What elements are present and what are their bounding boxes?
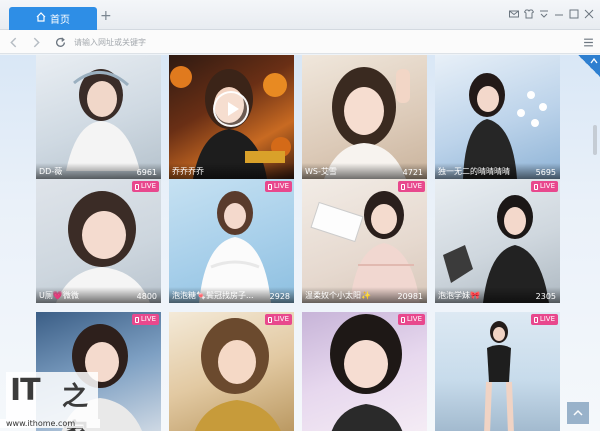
viewer-count: 4721 xyxy=(402,168,423,177)
stream-thumbnail xyxy=(302,179,427,303)
close-icon[interactable] xyxy=(583,8,595,20)
hamburger-menu-icon[interactable] xyxy=(581,35,595,49)
live-badge: LIVE xyxy=(397,314,425,325)
stream-card[interactable]: LIVE U厕💗微微 4800 xyxy=(36,179,161,303)
stream-card[interactable]: LIVE 泡泡糖🍬鬓冠找房子... 2928 xyxy=(169,179,294,303)
menu-down-icon[interactable] xyxy=(538,8,550,20)
scrollbar[interactable] xyxy=(593,125,597,155)
streamer-name: 泡泡糖🍬鬓冠找房子... xyxy=(172,291,254,300)
streamer-name: 温柔奴个小太阳✨ xyxy=(305,291,371,300)
title-bar: 首页 + xyxy=(0,0,600,30)
address-input[interactable] xyxy=(74,36,554,49)
live-badge: LIVE xyxy=(530,314,558,325)
phone-icon xyxy=(267,183,272,190)
live-badge: LIVE xyxy=(264,314,292,325)
navigation-bar xyxy=(0,30,600,54)
mail-icon[interactable] xyxy=(508,8,520,20)
viewer-count: 2305 xyxy=(535,292,556,301)
home-icon xyxy=(36,12,46,25)
stream-thumbnail xyxy=(36,179,161,303)
stream-thumbnail xyxy=(302,55,427,179)
streamer-name: U厕💗微微 xyxy=(39,291,79,300)
stream-card[interactable]: LIVE xyxy=(302,312,427,431)
streamer-name: 泡泡学妹🎀 xyxy=(438,291,480,300)
viewer-count: 4800 xyxy=(136,292,157,301)
tab-label: 首页 xyxy=(50,15,70,26)
live-badge: LIVE xyxy=(530,181,558,192)
live-badge: LIVE xyxy=(131,314,159,325)
minimize-icon[interactable] xyxy=(553,8,565,20)
stream-card[interactable]: LIVE 温柔奴个小太阳✨ 20981 xyxy=(302,179,427,303)
phone-icon xyxy=(400,183,405,190)
streamer-name: 乔乔乔乔 xyxy=(172,167,204,176)
phone-icon xyxy=(134,316,139,323)
live-stream-grid: DD-薇 6961 乔乔乔乔 WS-艾雪 4721 独一无二的晴晴晴晴 5695… xyxy=(36,55,560,431)
corner-ribbon[interactable] xyxy=(578,55,600,77)
forward-icon[interactable] xyxy=(29,35,43,49)
live-badge: LIVE xyxy=(131,181,159,192)
watermark-logo: IT 之家 xyxy=(6,372,98,431)
stream-thumbnail xyxy=(169,179,294,303)
viewer-count: 5695 xyxy=(535,168,556,177)
phone-icon xyxy=(400,316,405,323)
phone-icon xyxy=(533,316,538,323)
stream-thumbnail xyxy=(302,312,427,431)
tab-home[interactable]: 首页 xyxy=(9,7,97,30)
watermark-brand: IT xyxy=(10,373,41,408)
streamer-name: WS-艾雪 xyxy=(305,167,337,176)
phone-icon xyxy=(533,183,538,190)
stream-card[interactable]: LIVE xyxy=(169,312,294,431)
live-badge: LIVE xyxy=(397,181,425,192)
streamer-name: 独一无二的晴晴晴晴 xyxy=(438,167,510,176)
back-to-top-button[interactable] xyxy=(567,402,589,424)
stream-thumbnail xyxy=(169,312,294,431)
play-icon[interactable] xyxy=(213,91,249,127)
stream-card[interactable]: LIVE 泡泡学妹🎀 2305 xyxy=(435,179,560,303)
stream-card[interactable]: 独一无二的晴晴晴晴 5695 xyxy=(435,55,560,179)
viewer-count: 20981 xyxy=(397,292,423,301)
new-tab-button[interactable]: + xyxy=(100,9,112,23)
stream-card[interactable]: DD-薇 6961 xyxy=(36,55,161,179)
maximize-icon[interactable] xyxy=(568,8,580,20)
stream-thumbnail xyxy=(36,55,161,179)
watermark-url: www.ithome.com xyxy=(0,419,100,428)
stream-thumbnail xyxy=(435,312,560,431)
live-badge: LIVE xyxy=(264,181,292,192)
skin-icon[interactable] xyxy=(523,8,535,20)
stream-card[interactable]: LIVE xyxy=(435,312,560,431)
stream-card[interactable]: WS-艾雪 4721 xyxy=(302,55,427,179)
back-icon[interactable] xyxy=(6,35,20,49)
viewer-count: 2928 xyxy=(269,292,290,301)
viewer-count: 6961 xyxy=(136,168,157,177)
streamer-name: DD-薇 xyxy=(39,167,63,176)
refresh-icon[interactable] xyxy=(53,35,67,49)
stream-thumbnail xyxy=(435,179,560,303)
phone-icon xyxy=(267,316,272,323)
phone-icon xyxy=(134,183,139,190)
stream-thumbnail xyxy=(435,55,560,179)
stream-card[interactable]: 乔乔乔乔 xyxy=(169,55,294,179)
